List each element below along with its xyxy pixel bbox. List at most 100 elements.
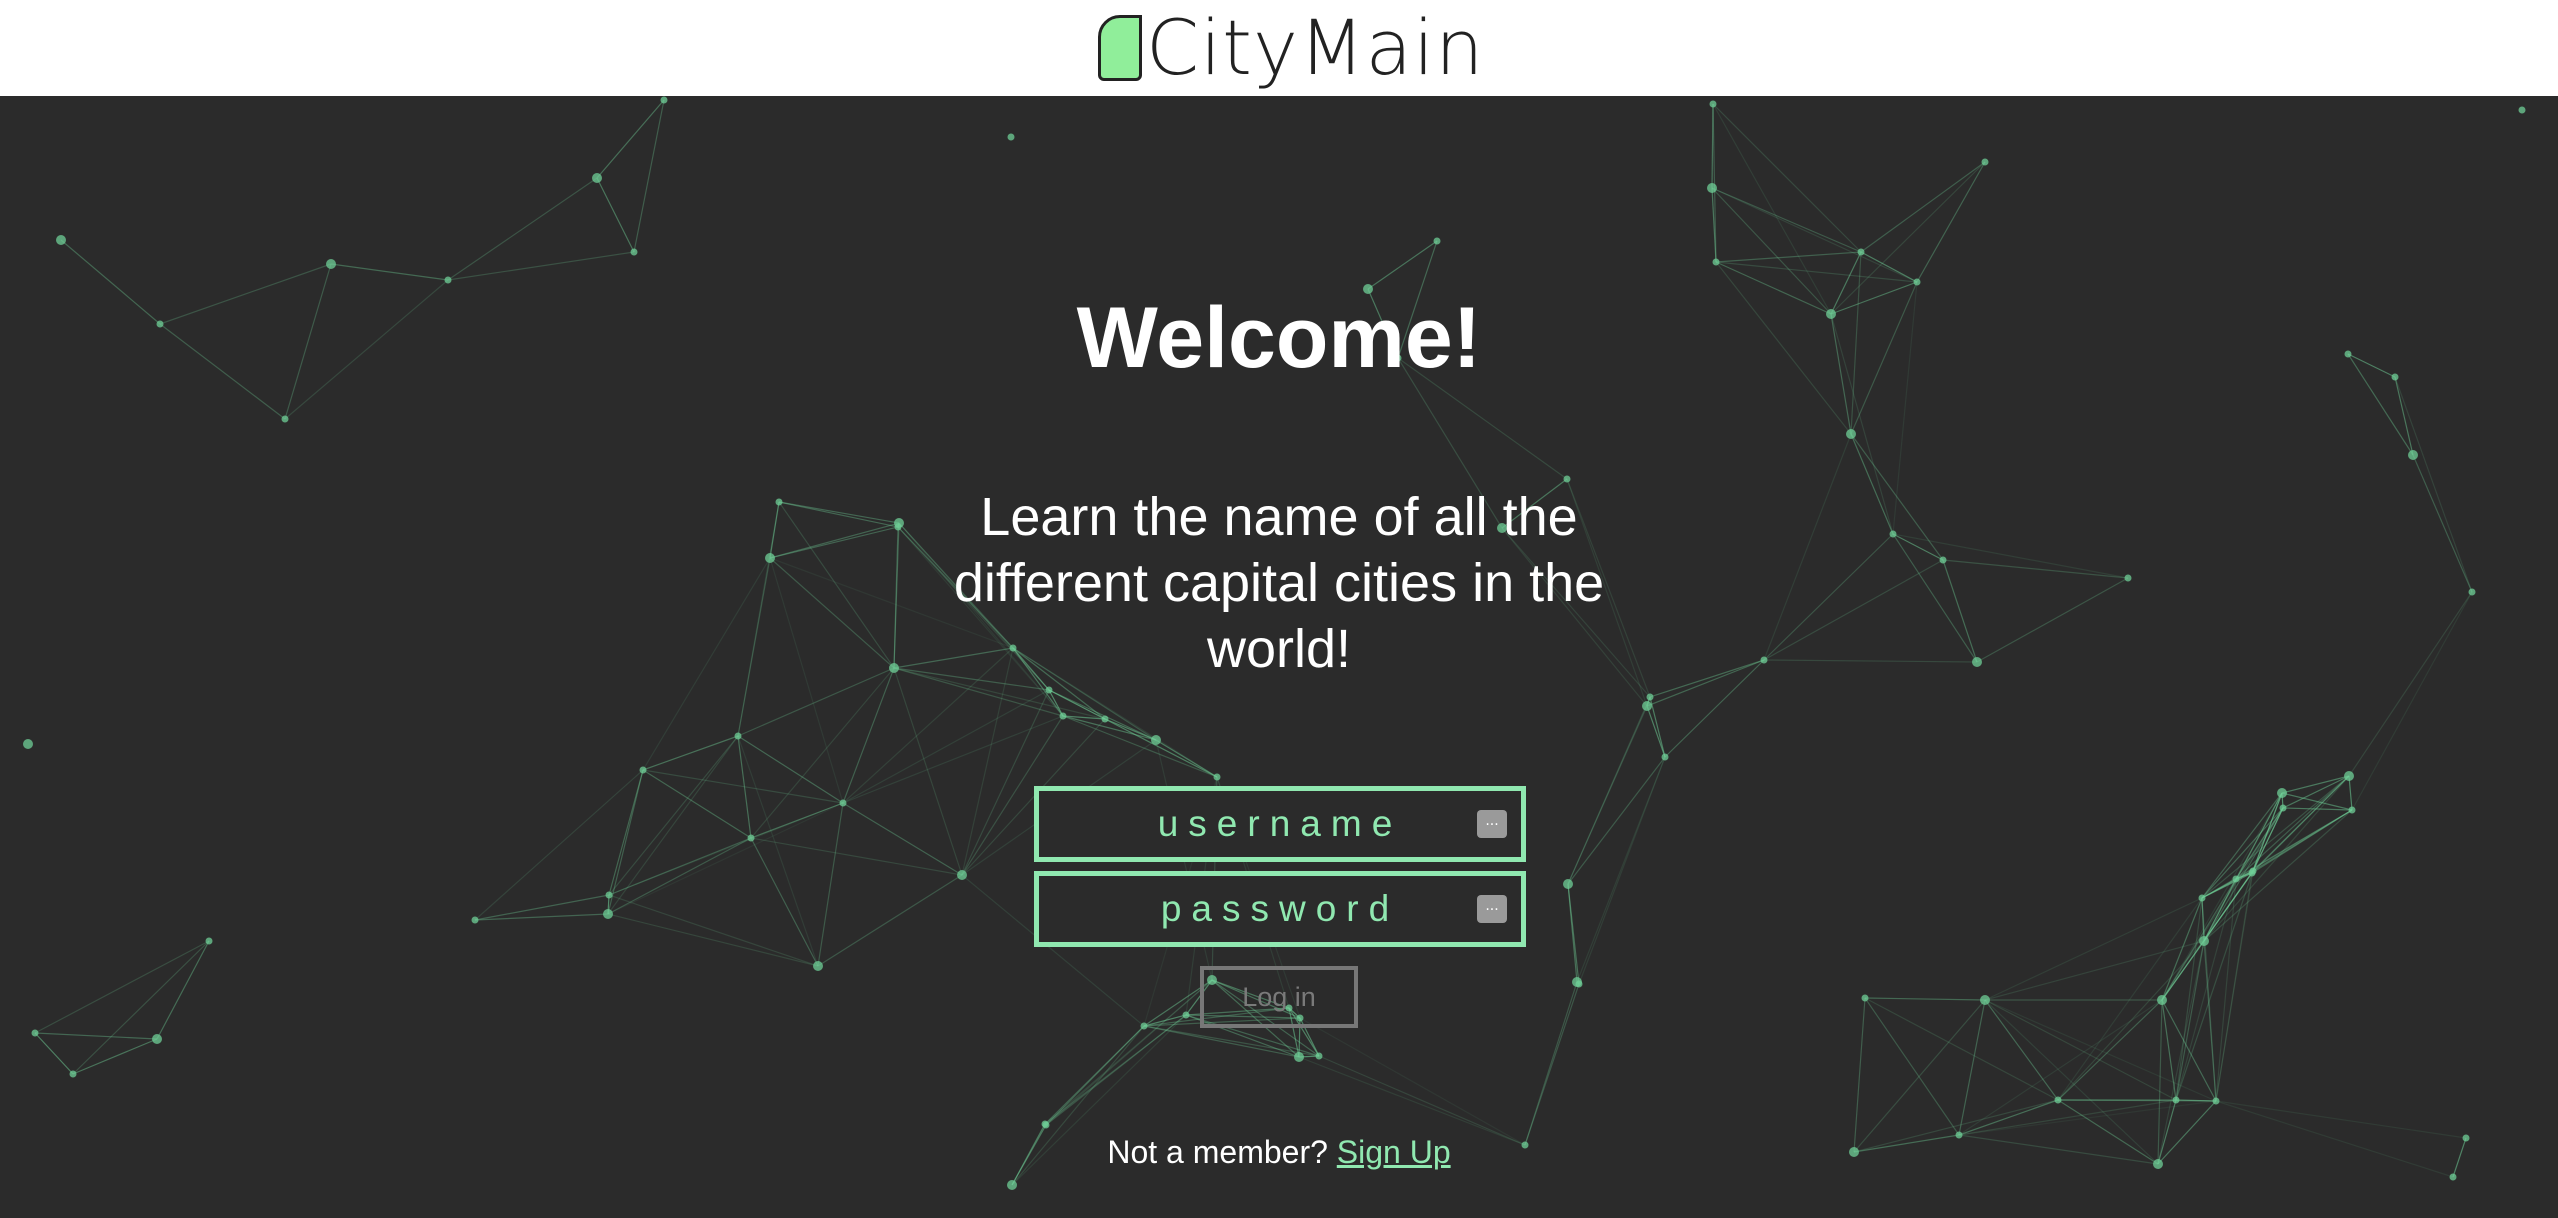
network-line xyxy=(1976,577,2129,663)
network-node xyxy=(1294,1052,1304,1062)
signup-link[interactable]: Sign Up xyxy=(1337,1134,1451,1170)
network-line xyxy=(1524,981,1578,1146)
network-node xyxy=(889,663,899,673)
network-line xyxy=(2175,940,2205,1101)
network-line xyxy=(1062,715,1218,778)
network-line xyxy=(642,769,752,839)
logo[interactable]: CityMain xyxy=(1098,8,1484,88)
network-node xyxy=(1151,735,1161,745)
network-line xyxy=(596,177,635,253)
network-line xyxy=(1298,1056,1526,1146)
network-line xyxy=(1715,261,1918,283)
network-line xyxy=(1853,999,1986,1153)
password-manager-key-icon[interactable]: ... xyxy=(1477,895,1507,923)
network-line xyxy=(1984,897,2203,1001)
network-line xyxy=(1958,999,1986,1136)
network-node xyxy=(152,1034,162,1044)
username-input[interactable] xyxy=(1039,791,1521,857)
network-node xyxy=(1315,1052,1323,1060)
network-node xyxy=(281,415,289,423)
network-line xyxy=(1853,997,1866,1153)
network-line xyxy=(1649,696,1666,758)
network-node xyxy=(2518,106,2526,114)
network-node xyxy=(1213,773,1221,781)
network-node xyxy=(31,1029,39,1037)
network-node xyxy=(2468,588,2476,596)
network-node xyxy=(603,909,613,919)
network-line xyxy=(1763,433,1852,661)
network-line xyxy=(1062,715,1157,741)
signup-prompt: Not a member? Sign Up xyxy=(0,1134,2558,1171)
network-line xyxy=(34,1032,158,1040)
network-line xyxy=(1318,1055,1526,1146)
username-field-box: ... xyxy=(1034,786,1526,862)
network-line xyxy=(2394,376,2414,456)
network-line xyxy=(608,735,739,896)
network-line xyxy=(1715,251,1862,263)
network-node xyxy=(1007,1180,1017,1190)
password-manager-key-icon[interactable]: ... xyxy=(1477,810,1507,838)
logo-text: CityMain xyxy=(1146,3,1485,92)
network-line xyxy=(1892,533,1944,561)
network-line xyxy=(1763,559,1944,661)
network-node xyxy=(1572,977,1582,987)
network-line xyxy=(1567,883,1578,983)
network-line xyxy=(1646,705,1666,758)
network-node xyxy=(630,248,638,256)
network-node xyxy=(1861,994,1869,1002)
network-node xyxy=(2449,1173,2457,1181)
network-line xyxy=(1299,1017,1526,1146)
network-line xyxy=(447,177,598,281)
network-node xyxy=(2249,867,2257,875)
login-button[interactable]: Log in xyxy=(1200,966,1358,1028)
logo-mark-icon xyxy=(1098,15,1142,81)
network-line xyxy=(608,769,644,896)
network-node xyxy=(660,96,668,104)
network-line xyxy=(1860,161,1986,253)
network-node xyxy=(1045,686,1053,694)
network-node xyxy=(1981,158,1989,166)
network-line xyxy=(330,263,449,281)
network-node xyxy=(2157,995,2167,1005)
network-line xyxy=(1044,1025,1145,1125)
network-line xyxy=(2348,591,2473,777)
network-line xyxy=(2203,940,2217,1102)
network-line xyxy=(737,667,895,737)
network-node xyxy=(205,937,213,945)
network-line xyxy=(1942,559,1978,663)
network-node xyxy=(2172,1096,2180,1104)
network-node xyxy=(1857,248,1865,256)
password-input[interactable] xyxy=(1039,876,1521,942)
network-node xyxy=(957,870,967,880)
network-line xyxy=(607,837,752,915)
network-line xyxy=(1763,659,1978,663)
network-node xyxy=(56,235,66,245)
network-node xyxy=(2232,875,2240,883)
network-line xyxy=(1864,997,2059,1101)
network-node xyxy=(592,173,602,183)
network-line xyxy=(1143,1025,1300,1058)
network-line xyxy=(1664,659,1765,758)
network-line xyxy=(1567,705,1648,885)
network-line xyxy=(474,894,610,921)
network-line xyxy=(2351,591,2473,811)
network-line xyxy=(778,501,895,669)
network-node xyxy=(1661,753,1669,761)
network-node xyxy=(2198,894,2206,902)
network-line xyxy=(1958,1100,2217,1136)
network-line xyxy=(633,99,665,253)
network-line xyxy=(34,940,210,1034)
network-line xyxy=(1044,1014,1187,1125)
network-node xyxy=(1642,701,1652,711)
network-node xyxy=(1939,556,1947,564)
network-line xyxy=(1576,756,1666,983)
network-line xyxy=(2157,940,2205,1165)
network-node xyxy=(2277,788,2287,798)
network-line xyxy=(2252,775,2350,872)
network-line xyxy=(596,99,665,179)
network-node xyxy=(1913,278,1921,286)
network-node xyxy=(2344,771,2354,781)
network-line xyxy=(769,557,895,669)
network-line xyxy=(1892,533,2129,579)
network-node xyxy=(2054,1096,2062,1104)
